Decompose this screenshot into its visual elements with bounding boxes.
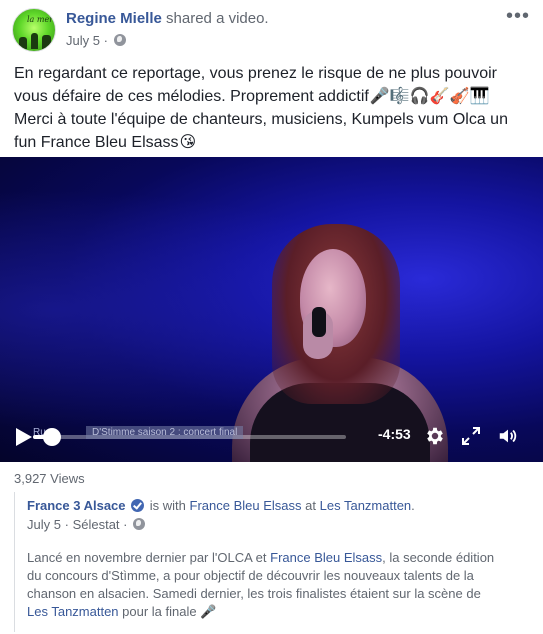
- message-text: fun France Bleu Elsass: [14, 134, 179, 151]
- tagged-page-link[interactable]: France Bleu Elsass: [190, 498, 302, 513]
- message-line: En regardant ce reportage, vous prenez l…: [14, 65, 497, 82]
- volume-icon[interactable]: [497, 425, 519, 447]
- shared-post-meta: July 5 · Sélestat ·: [27, 517, 146, 532]
- is-with-text: is with: [149, 498, 186, 513]
- verified-badge-icon: [131, 499, 145, 512]
- post-date[interactable]: July 5: [66, 33, 100, 48]
- gear-icon[interactable]: [424, 425, 446, 447]
- post-header: la mer Regine Mielle shared a video. Jul…: [12, 6, 532, 54]
- meta-separator: ·: [123, 517, 128, 532]
- microphone: [312, 307, 326, 337]
- message-line: vous défaire de ces mélodies. Proprement…: [14, 85, 534, 108]
- meta-separator: ·: [103, 33, 108, 48]
- avatar[interactable]: la mer: [12, 8, 56, 52]
- kiss-emoji-icon: 😘: [179, 134, 197, 151]
- facebook-post: la mer Regine Mielle shared a video. Jul…: [0, 0, 543, 634]
- shared-place[interactable]: Sélestat: [73, 517, 120, 532]
- shared-date[interactable]: July 5: [27, 517, 61, 532]
- view-count: 3,927 Views: [14, 471, 85, 486]
- avatar-image-text: la mer: [27, 15, 54, 24]
- author-name[interactable]: Regine Mielle: [66, 10, 162, 27]
- message-line: Merci à toute l'équipe de chanteurs, mus…: [14, 111, 508, 128]
- location-link[interactable]: Les Tanzmatten: [320, 498, 412, 513]
- fullscreen-icon[interactable]: [462, 427, 480, 445]
- shared-page-name[interactable]: France 3 Alsace: [27, 498, 126, 513]
- progress-scrubber[interactable]: [43, 428, 61, 446]
- location-link[interactable]: Les Tanzmatten: [27, 604, 119, 619]
- at-text: at: [305, 498, 316, 513]
- avatar-figure: [31, 33, 38, 49]
- message-text: vous défaire de ces mélodies. Proprement…: [14, 88, 369, 105]
- avatar-figure: [42, 35, 51, 49]
- body-line: chanson en alsacien. Samedi dernier, les…: [27, 586, 481, 601]
- music-emoji-icons: 🎤🎼🎧🎸🎻🎹: [369, 88, 490, 105]
- post-message: En regardant ce reportage, vous prenez l…: [14, 62, 534, 154]
- microphone-emoji-icon: 🎤: [200, 604, 217, 619]
- post-meta: July 5 ·: [66, 33, 126, 48]
- period-text: .: [411, 498, 415, 513]
- body-text: Lancé en novembre dernier par l'OLCA et: [27, 550, 271, 565]
- body-text: pour la finale: [118, 604, 201, 619]
- body-line: Les Tanzmatten pour la finale 🎤: [27, 603, 527, 621]
- shared-post: France 3 Alsace is with France Bleu Elsa…: [14, 492, 529, 632]
- video-player[interactable]: Rus D'Stimme saison 2 : concert final -4…: [0, 157, 543, 462]
- shared-post-body: Lancé en novembre dernier par l'OLCA et …: [27, 549, 527, 621]
- avatar-figure: [19, 37, 27, 49]
- globe-icon[interactable]: [133, 518, 146, 530]
- video-controls: Rus D'Stimme saison 2 : concert final -4…: [0, 419, 543, 455]
- author-line: Regine Mielle shared a video.: [66, 10, 269, 27]
- globe-icon[interactable]: [113, 34, 126, 46]
- body-text: , la seconde édition: [382, 550, 495, 565]
- post-action: shared a video.: [166, 10, 269, 27]
- tagged-page-link[interactable]: France Bleu Elsass: [270, 550, 382, 565]
- message-line: fun France Bleu Elsass😘: [14, 131, 534, 154]
- meta-separator: ·: [64, 517, 69, 532]
- body-line: du concours d'Stìmme, a pour objectif de…: [27, 568, 474, 583]
- body-line: Lancé en novembre dernier par l'OLCA et …: [27, 549, 527, 567]
- play-icon[interactable]: [16, 428, 32, 446]
- more-options-button[interactable]: •••: [506, 6, 530, 26]
- video-title-overlay: D'Stimme saison 2 : concert final: [86, 426, 244, 439]
- time-remaining: -4:53: [378, 426, 411, 442]
- shared-post-header: France 3 Alsace is with France Bleu Elsa…: [27, 498, 415, 513]
